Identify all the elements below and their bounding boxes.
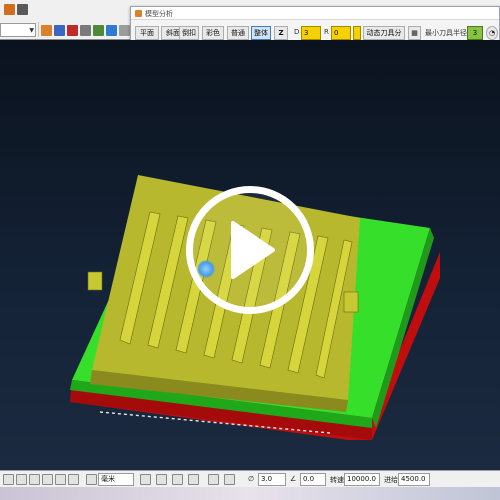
min-radius-label: 最小刀具半径:: [425, 29, 470, 37]
status-icon-8[interactable]: [140, 474, 151, 485]
whole-button[interactable]: 整体: [251, 26, 271, 40]
app-icon: [135, 10, 142, 17]
toolbar-separator: [38, 22, 39, 37]
left-tab: [87, 271, 103, 291]
status-icon-6[interactable]: [68, 474, 79, 485]
panel-titlebar[interactable]: 模型分析: [131, 7, 499, 20]
offset-icon: ∠: [290, 475, 297, 483]
status-icon-12[interactable]: [208, 474, 219, 485]
offset-field[interactable]: 0.0: [300, 473, 326, 486]
status-icon-5[interactable]: [55, 474, 66, 485]
unit-field[interactable]: 毫米: [98, 473, 134, 486]
chevron-down-icon: ▼: [29, 27, 34, 34]
right-tab: [343, 291, 359, 313]
status-icon-7[interactable]: [86, 474, 97, 485]
status-icon-11[interactable]: [188, 474, 199, 485]
normal-button[interactable]: 普通: [227, 26, 249, 40]
taskbar: [0, 487, 500, 500]
status-icon-2[interactable]: [16, 474, 27, 485]
d-label: D: [294, 28, 300, 36]
move-icon[interactable]: [119, 25, 130, 36]
dynamic-tool-analysis-button[interactable]: 动态刀具分析: [363, 26, 405, 49]
d-input[interactable]: 3: [301, 26, 321, 40]
feed-label: 转速: [330, 476, 344, 484]
angle-icon: ∅: [248, 475, 255, 483]
3d-viewport[interactable]: [0, 40, 500, 470]
tool-icon[interactable]: [41, 25, 52, 36]
grid-icon[interactable]: [93, 25, 104, 36]
list-icon[interactable]: [80, 25, 91, 36]
status-icon-10[interactable]: [172, 474, 183, 485]
zoom-icon[interactable]: Z: [274, 26, 288, 40]
r-label: R: [324, 28, 329, 36]
mouse-cursor-icon: [197, 260, 215, 278]
view-combo[interactable]: ▼: [0, 23, 36, 37]
plane-button[interactable]: 平面: [135, 26, 159, 40]
speed-field[interactable]: 4500.0: [398, 473, 430, 486]
paste-icon[interactable]: [4, 4, 15, 15]
model-analysis-panel: 模型分析 平面 斜面 倒扣 彩色 普通 整体 Z D 3 R 0 动态刀具分析 …: [130, 6, 500, 49]
status-icon-4[interactable]: [42, 474, 53, 485]
min-radius-input[interactable]: 3: [467, 26, 483, 40]
status-icon-9[interactable]: [156, 474, 167, 485]
angle-field[interactable]: 3.0: [258, 473, 286, 486]
color-swatch[interactable]: [353, 26, 361, 40]
status-bar: 毫米 ∅ 3.0 ∠ 0.0 转速 10000.0 进给 4500.0: [0, 470, 500, 487]
panel-title: 模型分析: [145, 10, 173, 18]
snap-icon[interactable]: [17, 4, 28, 15]
feed-field[interactable]: 10000.0: [344, 473, 380, 486]
play-triangle: [231, 221, 275, 279]
gauge-icon[interactable]: ◔: [486, 26, 498, 40]
status-icon-3[interactable]: [29, 474, 40, 485]
select-icon[interactable]: [54, 25, 65, 36]
speed-label: 进给: [384, 476, 398, 484]
fit-view-icon[interactable]: [106, 25, 117, 36]
status-icon-13[interactable]: [224, 474, 235, 485]
color-button[interactable]: 彩色: [202, 26, 224, 40]
status-icon[interactable]: [3, 474, 14, 485]
undercut-button[interactable]: 倒扣: [179, 26, 199, 40]
trash-icon[interactable]: ▦: [408, 26, 421, 40]
play-button-icon[interactable]: [186, 186, 314, 314]
delete-icon[interactable]: [67, 25, 78, 36]
r-input[interactable]: 0: [331, 26, 351, 40]
